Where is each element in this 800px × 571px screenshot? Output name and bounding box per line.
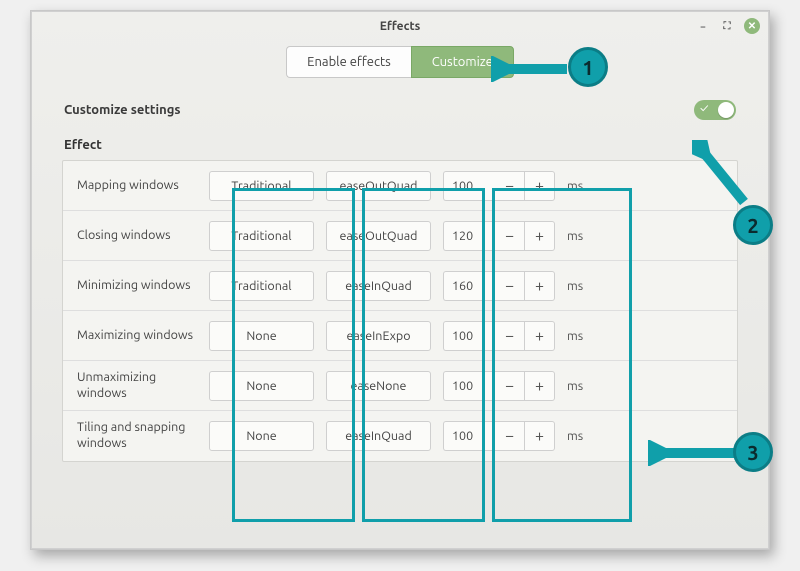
table-row: Unmaximizing windows None easeNone 100−+ ms [63, 361, 737, 411]
annotation-badge-1: 1 [568, 47, 608, 87]
duration-spinner: 100−+ [443, 421, 555, 451]
unit-label: ms [567, 279, 591, 293]
annotation-arrow-2 [692, 140, 752, 210]
style-select[interactable]: None [209, 321, 314, 351]
easing-select[interactable]: easeOutQuad [326, 221, 431, 251]
easing-select[interactable]: easeNone [326, 371, 431, 401]
table-row: Minimizing windows Traditional easeInQuad 1… [63, 261, 737, 311]
increment-button[interactable]: + [525, 321, 555, 351]
effect-name: Mapping windows [77, 178, 197, 194]
table-row: Maximizing windows None easeInExpo 100−+ ms [63, 311, 737, 361]
titlebar: Effects − ⛶ ✕ [32, 12, 768, 40]
increment-button[interactable]: + [525, 271, 555, 301]
unit-label: ms [567, 229, 591, 243]
annotation-badge-2: 2 [733, 205, 773, 245]
maximize-button[interactable]: ⛶ [720, 19, 734, 33]
table-row: Closing windows Traditional easeOutQuad 120… [63, 211, 737, 261]
duration-spinner: 160−+ [443, 271, 555, 301]
easing-select[interactable]: easeOutQuad [326, 171, 431, 201]
table-row: Tiling and snapping windows None easeInQua… [63, 411, 737, 461]
minimize-button[interactable]: − [696, 19, 710, 33]
effect-name: Minimizing windows [77, 278, 197, 294]
duration-value[interactable]: 100 [443, 321, 495, 351]
customize-toggle[interactable]: ✓ [694, 100, 736, 120]
increment-button[interactable]: + [525, 171, 555, 201]
duration-value[interactable]: 100 [443, 421, 495, 451]
annotation-arrow-1 [491, 56, 571, 82]
close-button[interactable]: ✕ [744, 18, 760, 34]
effects-grid: Mapping windows Traditional easeOutQuad 100… [62, 160, 738, 462]
duration-spinner: 100−+ [443, 321, 555, 351]
tab-enable-effects[interactable]: Enable effects [286, 46, 411, 78]
effect-name: Unmaximizing windows [77, 370, 197, 401]
decrement-button[interactable]: − [495, 221, 525, 251]
easing-select[interactable]: easeInQuad [326, 271, 431, 301]
duration-value[interactable]: 160 [443, 271, 495, 301]
unit-label: ms [567, 329, 591, 343]
effect-section-header: Effect [64, 138, 738, 152]
decrement-button[interactable]: − [495, 421, 525, 451]
effect-name: Tiling and snapping windows [77, 420, 197, 451]
easing-select[interactable]: easeInQuad [326, 421, 431, 451]
effect-name: Closing windows [77, 228, 197, 244]
unit-label: ms [567, 379, 591, 393]
style-select[interactable]: None [209, 421, 314, 451]
decrement-button[interactable]: − [495, 321, 525, 351]
duration-value[interactable]: 100 [443, 171, 495, 201]
style-select[interactable]: Traditional [209, 171, 314, 201]
duration-value[interactable]: 100 [443, 371, 495, 401]
unit-label: ms [567, 179, 591, 193]
increment-button[interactable]: + [525, 371, 555, 401]
duration-spinner: 120−+ [443, 221, 555, 251]
window-title: Effects [380, 20, 421, 33]
decrement-button[interactable]: − [495, 171, 525, 201]
duration-spinner: 100−+ [443, 171, 555, 201]
easing-select[interactable]: easeInExpo [326, 321, 431, 351]
annotation-arrow-3 [648, 440, 738, 466]
duration-value[interactable]: 120 [443, 221, 495, 251]
style-select[interactable]: Traditional [209, 271, 314, 301]
annotation-badge-3: 3 [733, 432, 773, 472]
increment-button[interactable]: + [525, 421, 555, 451]
effect-name: Maximizing windows [77, 328, 197, 344]
unit-label: ms [567, 429, 591, 443]
effects-window: Effects − ⛶ ✕ Enable effects Customize C… [31, 11, 769, 549]
tabs: Enable effects Customize [32, 40, 768, 88]
decrement-button[interactable]: − [495, 371, 525, 401]
style-select[interactable]: Traditional [209, 221, 314, 251]
customize-settings-label: Customize settings [64, 103, 181, 117]
duration-spinner: 100−+ [443, 371, 555, 401]
table-row: Mapping windows Traditional easeOutQuad 100… [63, 161, 737, 211]
toggle-knob [718, 102, 734, 118]
check-icon: ✓ [700, 102, 708, 115]
style-select[interactable]: None [209, 371, 314, 401]
decrement-button[interactable]: − [495, 271, 525, 301]
increment-button[interactable]: + [525, 221, 555, 251]
